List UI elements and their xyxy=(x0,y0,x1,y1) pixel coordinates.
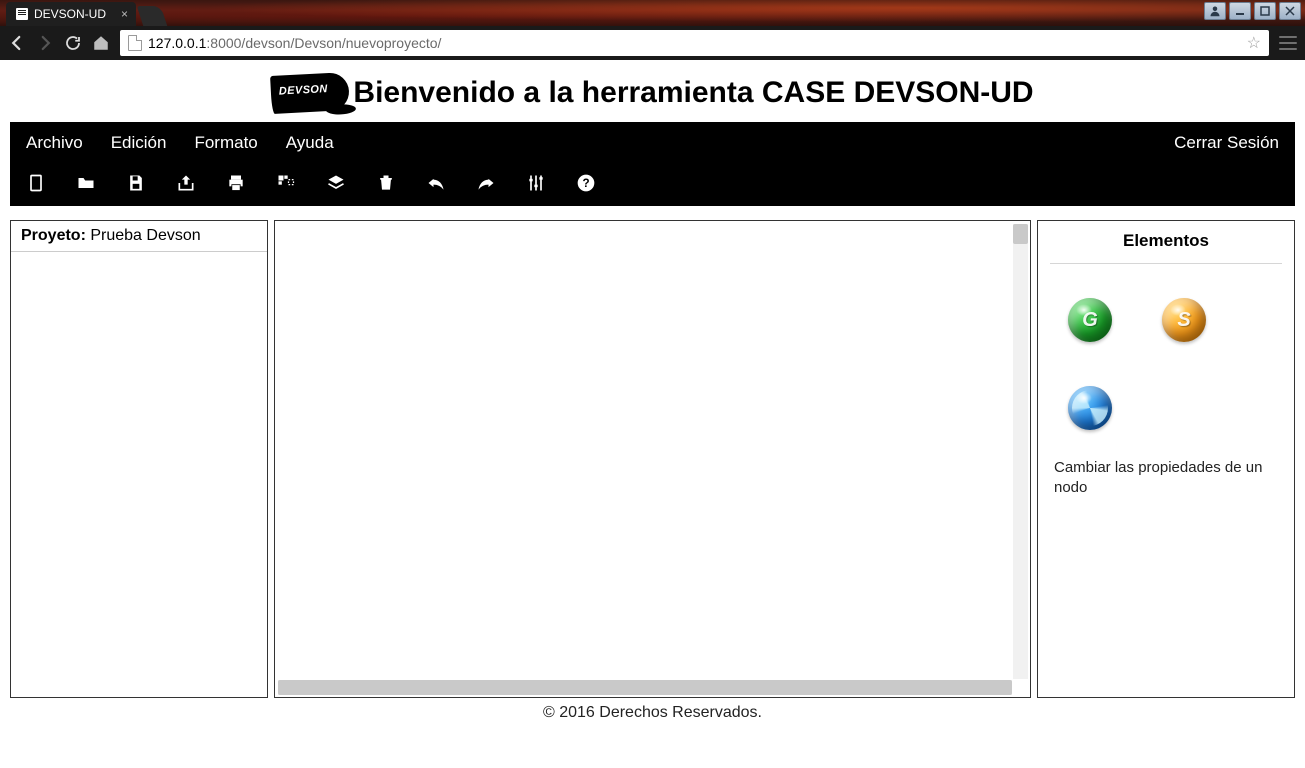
element-letter: S xyxy=(1162,298,1206,342)
minimize-button[interactable] xyxy=(1229,2,1251,20)
grid-snap-icon[interactable] xyxy=(276,173,296,193)
back-button[interactable] xyxy=(8,34,26,52)
page-header: Bienvenido a la herramienta CASE DEVSON-… xyxy=(0,60,1305,122)
element-green[interactable]: G xyxy=(1068,298,1112,342)
window-controls xyxy=(1204,2,1301,20)
canvas-area[interactable] xyxy=(274,220,1031,698)
page: Bienvenido a la herramienta CASE DEVSON-… xyxy=(0,60,1305,728)
element-letter: G xyxy=(1068,298,1112,342)
save-icon[interactable] xyxy=(126,173,146,193)
app-bar: Archivo Edición Formato Ayuda Cerrar Ses… xyxy=(10,122,1295,206)
menu-bar: Archivo Edición Formato Ayuda Cerrar Ses… xyxy=(10,122,1295,164)
new-file-icon[interactable] xyxy=(26,173,46,193)
tab-title: DEVSON-UD xyxy=(34,7,106,21)
open-folder-icon[interactable] xyxy=(76,173,96,193)
project-heading: Proyeto: Prueba Devson xyxy=(11,221,267,252)
elements-panel: Elementos G S Cambiar las propiedades de… xyxy=(1037,220,1295,698)
reload-button[interactable] xyxy=(64,34,82,52)
help-icon[interactable]: ? xyxy=(576,173,596,193)
close-tab-icon[interactable]: × xyxy=(121,7,128,21)
page-title: Bienvenido a la herramienta CASE DEVSON-… xyxy=(353,76,1033,110)
user-menu-button[interactable] xyxy=(1204,2,1226,20)
toolbar: ? xyxy=(10,164,1295,206)
horizontal-scrollbar[interactable] xyxy=(278,680,1012,695)
page-footer: © 2016 Derechos Reservados. xyxy=(0,698,1305,728)
browser-tab[interactable]: DEVSON-UD × xyxy=(6,2,136,26)
scroll-thumb[interactable] xyxy=(1013,224,1028,244)
browser-nav-row: 127.0.0.1:8000/devson/Devson/nuevoproyec… xyxy=(0,26,1305,60)
work-area: Proyeto: Prueba Devson Elementos G S Cam… xyxy=(10,220,1295,698)
url-text: 127.0.0.1:8000/devson/Devson/nuevoproyec… xyxy=(148,35,441,51)
bookmark-star-icon[interactable]: ☆ xyxy=(1247,33,1261,53)
home-button[interactable] xyxy=(92,34,110,52)
menu-formato[interactable]: Formato xyxy=(194,133,257,153)
page-icon xyxy=(16,8,28,20)
close-window-button[interactable] xyxy=(1279,2,1301,20)
elements-grid: G S xyxy=(1050,264,1282,454)
elements-hint: Cambiar las propiedades de un nodo xyxy=(1050,454,1282,499)
menu-archivo[interactable]: Archivo xyxy=(26,133,83,153)
vertical-scrollbar[interactable] xyxy=(1013,224,1028,679)
new-tab-button[interactable] xyxy=(137,6,167,26)
svg-text:?: ? xyxy=(582,177,589,190)
address-bar[interactable]: 127.0.0.1:8000/devson/Devson/nuevoproyec… xyxy=(120,30,1269,56)
element-blue[interactable] xyxy=(1068,386,1112,430)
scroll-thumb[interactable] xyxy=(278,680,1012,695)
settings-sliders-icon[interactable] xyxy=(526,173,546,193)
menu-edicion[interactable]: Edición xyxy=(111,133,167,153)
elements-title: Elementos xyxy=(1050,229,1282,264)
project-name: Prueba Devson xyxy=(90,227,200,244)
devson-logo xyxy=(270,72,350,114)
logout-link[interactable]: Cerrar Sesión xyxy=(1174,133,1279,153)
browser-menu-button[interactable] xyxy=(1279,36,1297,50)
maximize-button[interactable] xyxy=(1254,2,1276,20)
project-panel: Proyeto: Prueba Devson xyxy=(10,220,268,698)
print-icon[interactable] xyxy=(226,173,246,193)
undo-icon[interactable] xyxy=(426,173,446,193)
project-label: Proyeto: xyxy=(21,227,86,244)
site-info-icon[interactable] xyxy=(128,35,142,51)
menu-ayuda[interactable]: Ayuda xyxy=(286,133,334,153)
layers-icon[interactable] xyxy=(326,173,346,193)
delete-icon[interactable] xyxy=(376,173,396,193)
export-icon[interactable] xyxy=(176,173,196,193)
window-titlebar: DEVSON-UD × xyxy=(0,0,1305,26)
element-orange[interactable]: S xyxy=(1162,298,1206,342)
forward-button[interactable] xyxy=(36,34,54,52)
redo-icon[interactable] xyxy=(476,173,496,193)
tab-strip: DEVSON-UD × xyxy=(0,0,164,26)
swirl-icon xyxy=(1072,390,1108,426)
